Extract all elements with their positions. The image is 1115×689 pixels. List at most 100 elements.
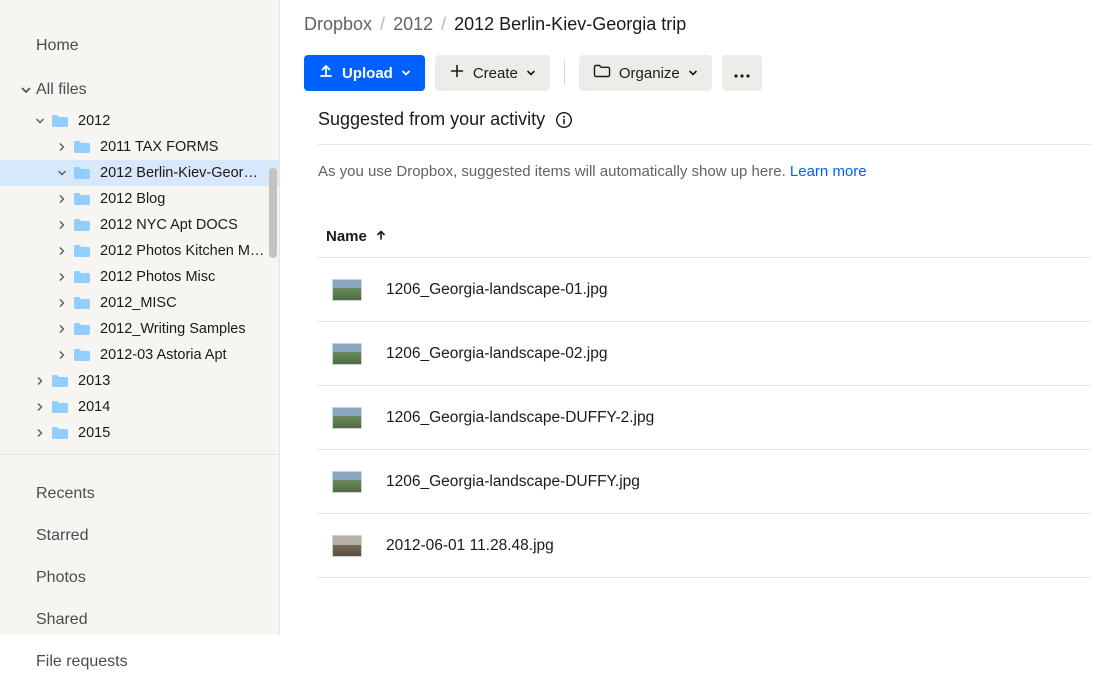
tree-folder[interactable]: 2012 NYC Apt DOCS [0,212,279,238]
tree-folder[interactable]: 2012 Photos Kitchen M… [0,238,279,264]
folder-icon [72,192,92,206]
scrollbar[interactable] [269,168,277,258]
sidebar: Home All files 2012 2011 TAX FORMS 2012 B… [0,0,280,635]
file-thumbnail [332,535,362,557]
chevron-down-icon [688,65,698,82]
tree-label: 2012_Writing Samples [100,321,246,337]
folder-icon [72,218,92,232]
tree-folder[interactable]: 2012_MISC [0,290,279,316]
nav-home[interactable]: Home [0,28,279,64]
create-button[interactable]: Create [435,55,550,91]
chevron-right-icon [34,376,46,386]
upload-button[interactable]: Upload [304,55,425,91]
breadcrumb-separator: / [441,14,446,35]
folder-icon [593,64,611,82]
tree-label: 2014 [78,399,110,415]
chevron-right-icon [34,428,46,438]
file-row[interactable]: 1206_Georgia-landscape-DUFFY.jpg [318,450,1091,514]
tree-label: 2013 [78,373,110,389]
toolbar-divider [564,61,565,85]
tree-folder[interactable]: 2012 Photos Misc [0,264,279,290]
nav-label: Recents [36,485,95,503]
suggested-body: As you use Dropbox, suggested items will… [318,145,1091,210]
upload-label: Upload [342,65,393,82]
plus-icon [449,63,465,83]
file-name: 2012-06-01 11.28.48.jpg [386,537,554,555]
more-icon [733,65,751,82]
sidebar-top: Home All files 2012 2011 TAX FORMS 2012 B… [0,0,279,454]
nav-label: Shared [36,611,88,629]
chevron-right-icon [56,142,68,152]
nav-label: Photos [36,569,86,587]
tree-folder[interactable]: 2012 Berlin-Kiev-Geor… [0,160,279,186]
breadcrumb: Dropbox / 2012 / 2012 Berlin-Kiev-Georgi… [280,0,1115,49]
tree-label: 2011 TAX FORMS [100,139,218,155]
upload-icon [318,63,334,83]
tree-folder[interactable]: 2012_Writing Samples [0,316,279,342]
file-row[interactable]: 2012-06-01 11.28.48.jpg [318,514,1091,578]
organize-button[interactable]: Organize [579,55,712,91]
chevron-down-icon [18,84,34,96]
nav-home-label: Home [36,37,79,55]
nav-all-files[interactable]: All files [0,72,279,108]
main-content: Dropbox / 2012 / 2012 Berlin-Kiev-Georgi… [280,0,1115,635]
tree-siblings: 2013 2014 2015 [0,368,279,446]
tree-label: 2012_MISC [100,295,177,311]
tree-label: 2012 Photos Kitchen M… [100,243,264,259]
file-name: 1206_Georgia-landscape-DUFFY.jpg [386,473,640,491]
learn-more-link[interactable]: Learn more [790,163,867,180]
create-label: Create [473,65,518,82]
suggested-text: As you use Dropbox, suggested items will… [318,163,790,180]
chevron-right-icon [56,272,68,282]
breadcrumb-separator: / [380,14,385,35]
folder-icon [50,114,70,128]
tree-children: 2011 TAX FORMS 2012 Berlin-Kiev-Geor… 2012… [0,134,279,368]
file-thumbnail [332,279,362,301]
chevron-right-icon [56,298,68,308]
folder-icon [72,296,92,310]
organize-label: Organize [619,65,680,82]
suggested-title: Suggested from your activity [318,109,545,130]
file-rows: 1206_Georgia-landscape-01.jpg1206_Georgi… [318,258,1091,578]
tree-folder[interactable]: 2013 [0,368,279,394]
folder-icon [72,166,92,180]
tree-folder-root[interactable]: 2012 [0,108,279,134]
info-icon[interactable] [555,111,573,129]
nav-all-files-label: All files [36,81,87,99]
tree-folder[interactable]: 2012 Blog [0,186,279,212]
tree-folder[interactable]: 2015 [0,420,279,446]
folder-icon [50,400,70,414]
file-row[interactable]: 1206_Georgia-landscape-DUFFY-2.jpg [318,386,1091,450]
file-row[interactable]: 1206_Georgia-landscape-02.jpg [318,322,1091,386]
nav-recents[interactable]: Recents [0,473,279,515]
tree-label: 2012 Blog [100,191,165,207]
chevron-right-icon [56,324,68,334]
tree-label: 2015 [78,425,110,441]
tree-folder[interactable]: 2011 TAX FORMS [0,134,279,160]
breadcrumb-part[interactable]: 2012 [393,14,433,35]
more-button[interactable] [722,55,762,91]
nav-photos[interactable]: Photos [0,557,279,599]
file-row[interactable]: 1206_Georgia-landscape-01.jpg [318,258,1091,322]
folder-icon [72,322,92,336]
nav-file-requests[interactable]: File requests [0,641,279,683]
breadcrumb-part[interactable]: Dropbox [304,14,372,35]
nav-starred[interactable]: Starred [0,515,279,557]
folder-icon [72,140,92,154]
chevron-right-icon [34,402,46,412]
breadcrumb-current[interactable]: 2012 Berlin-Kiev-Georgia trip [454,14,686,35]
tree-label: 2012 Berlin-Kiev-Geor… [100,165,258,181]
chevron-down-icon [401,65,411,82]
tree-folder[interactable]: 2014 [0,394,279,420]
file-thumbnail [332,471,362,493]
col-name-header[interactable]: Name [318,228,387,245]
folder-tree: 2012 2011 TAX FORMS 2012 Berlin-Kiev-Geor… [0,108,279,446]
tree-folder[interactable]: 2012-03 Astoria Apt [0,342,279,368]
file-thumbnail [332,407,362,429]
suggested-section: Suggested from your activity As you use … [280,109,1115,218]
tree-label: 2012 [78,113,110,129]
tree-label: 2012 Photos Misc [100,269,215,285]
file-list: Name 1206_Georgia-landscape-01.jpg1206_G… [280,218,1115,578]
chevron-right-icon [56,194,68,204]
col-name-label: Name [326,228,367,245]
